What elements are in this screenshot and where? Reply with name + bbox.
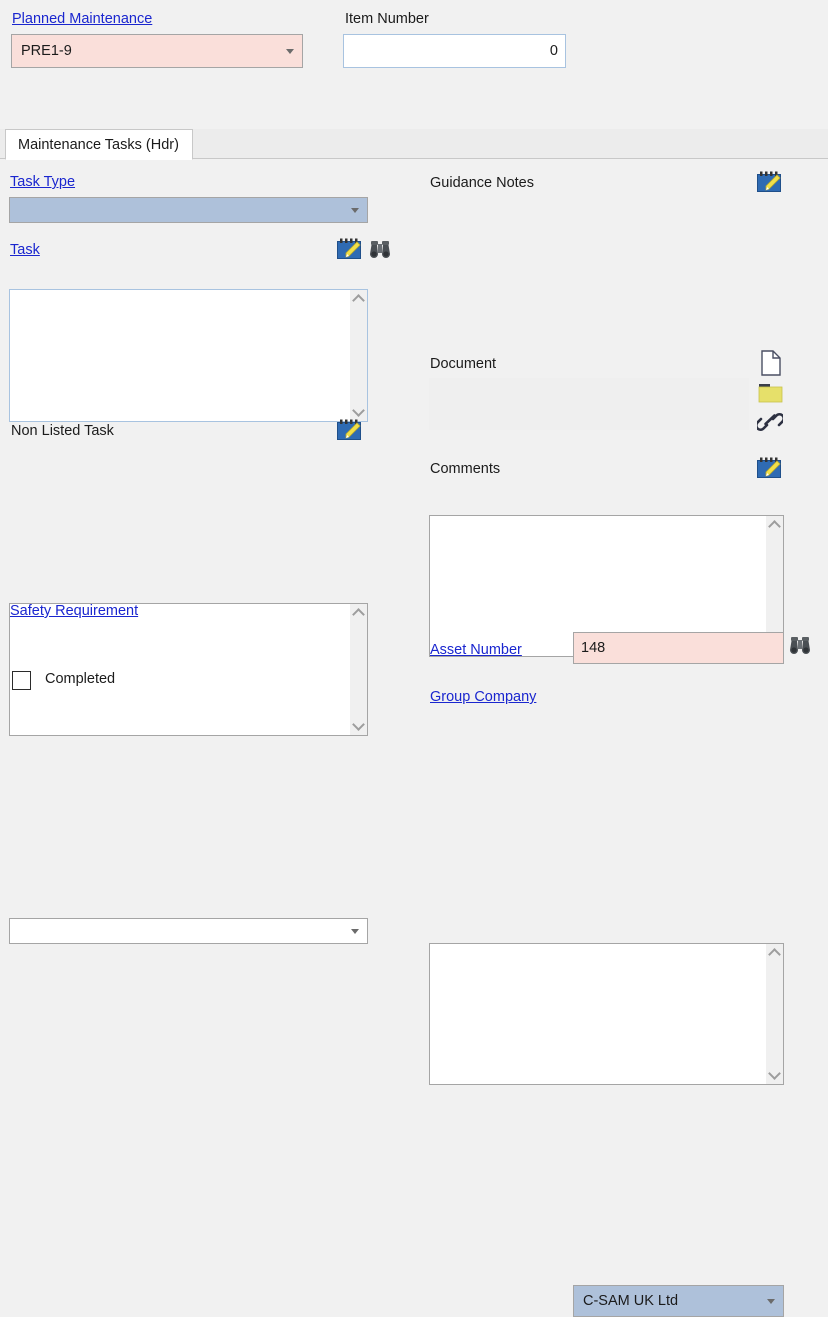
chevron-down-icon [767,1299,775,1304]
binoculars-icon[interactable] [789,634,811,656]
notepad-edit-icon[interactable] [336,238,362,260]
tab-strip: Maintenance Tasks (Hdr) [0,129,828,160]
scroll-down-icon[interactable] [353,406,364,417]
document-value [429,378,749,390]
header-region: Planned Maintenance PRE1-9 Item Number 0 [0,0,828,96]
chevron-down-icon [286,49,294,54]
non-listed-task-label: Non Listed Task [11,423,114,439]
task-textarea-value[interactable] [10,290,350,421]
item-number-input[interactable]: 0 [343,34,566,68]
comments-scrollbar[interactable] [766,944,783,1084]
scroll-up-icon[interactable] [769,520,780,531]
notepad-edit-icon[interactable] [756,457,782,479]
form-body: Task Type Task [0,160,828,730]
document-field [429,378,749,430]
scroll-down-icon[interactable] [353,720,364,731]
asset-number-label[interactable]: Asset Number [430,642,522,658]
comments-label: Comments [430,461,500,477]
scroll-up-icon[interactable] [769,948,780,959]
tab-maintenance-tasks[interactable]: Maintenance Tasks (Hdr) [5,129,193,160]
asset-number-value: 148 [581,640,605,656]
comments-textarea[interactable] [429,943,784,1085]
safety-requirement-label[interactable]: Safety Requirement [10,603,138,619]
completed-checkbox[interactable] [12,671,31,690]
item-number-value: 0 [550,43,558,59]
non-listed-task-textarea[interactable] [9,603,368,736]
item-number-label: Item Number [345,11,429,27]
task-type-label[interactable]: Task Type [10,174,75,190]
group-company-label[interactable]: Group Company [430,689,536,705]
page-icon[interactable] [760,350,782,376]
notepad-edit-icon[interactable] [336,419,362,441]
link-icon[interactable] [757,410,783,434]
non-listed-task-scrollbar[interactable] [350,604,367,735]
task-type-combo[interactable] [9,197,368,223]
scroll-down-icon[interactable] [769,1069,780,1080]
comments-textarea-value[interactable] [430,944,766,1084]
scroll-up-icon[interactable] [353,608,364,619]
group-company-value: C-SAM UK Ltd [583,1293,678,1309]
document-label: Document [430,356,496,372]
planned-maintenance-combo[interactable]: PRE1-9 [11,34,303,68]
planned-maintenance-value: PRE1-9 [21,43,72,59]
binoculars-icon[interactable] [369,238,391,260]
completed-label: Completed [45,671,115,687]
folder-icon[interactable] [758,382,784,406]
guidance-notes-label: Guidance Notes [430,175,534,191]
non-listed-task-textarea-value[interactable] [10,604,350,735]
scroll-up-icon[interactable] [353,294,364,305]
task-label[interactable]: Task [10,242,40,258]
group-company-combo[interactable]: C-SAM UK Ltd [573,1285,784,1317]
task-textarea[interactable] [9,289,368,422]
asset-number-input[interactable]: 148 [573,632,784,664]
notepad-edit-icon[interactable] [756,171,782,193]
chevron-down-icon [351,929,359,934]
chevron-down-icon [351,208,359,213]
planned-maintenance-label[interactable]: Planned Maintenance [12,11,152,27]
tab-maintenance-tasks-label: Maintenance Tasks (Hdr) [18,137,179,153]
task-scrollbar[interactable] [350,290,367,421]
safety-requirement-combo[interactable] [9,918,368,944]
